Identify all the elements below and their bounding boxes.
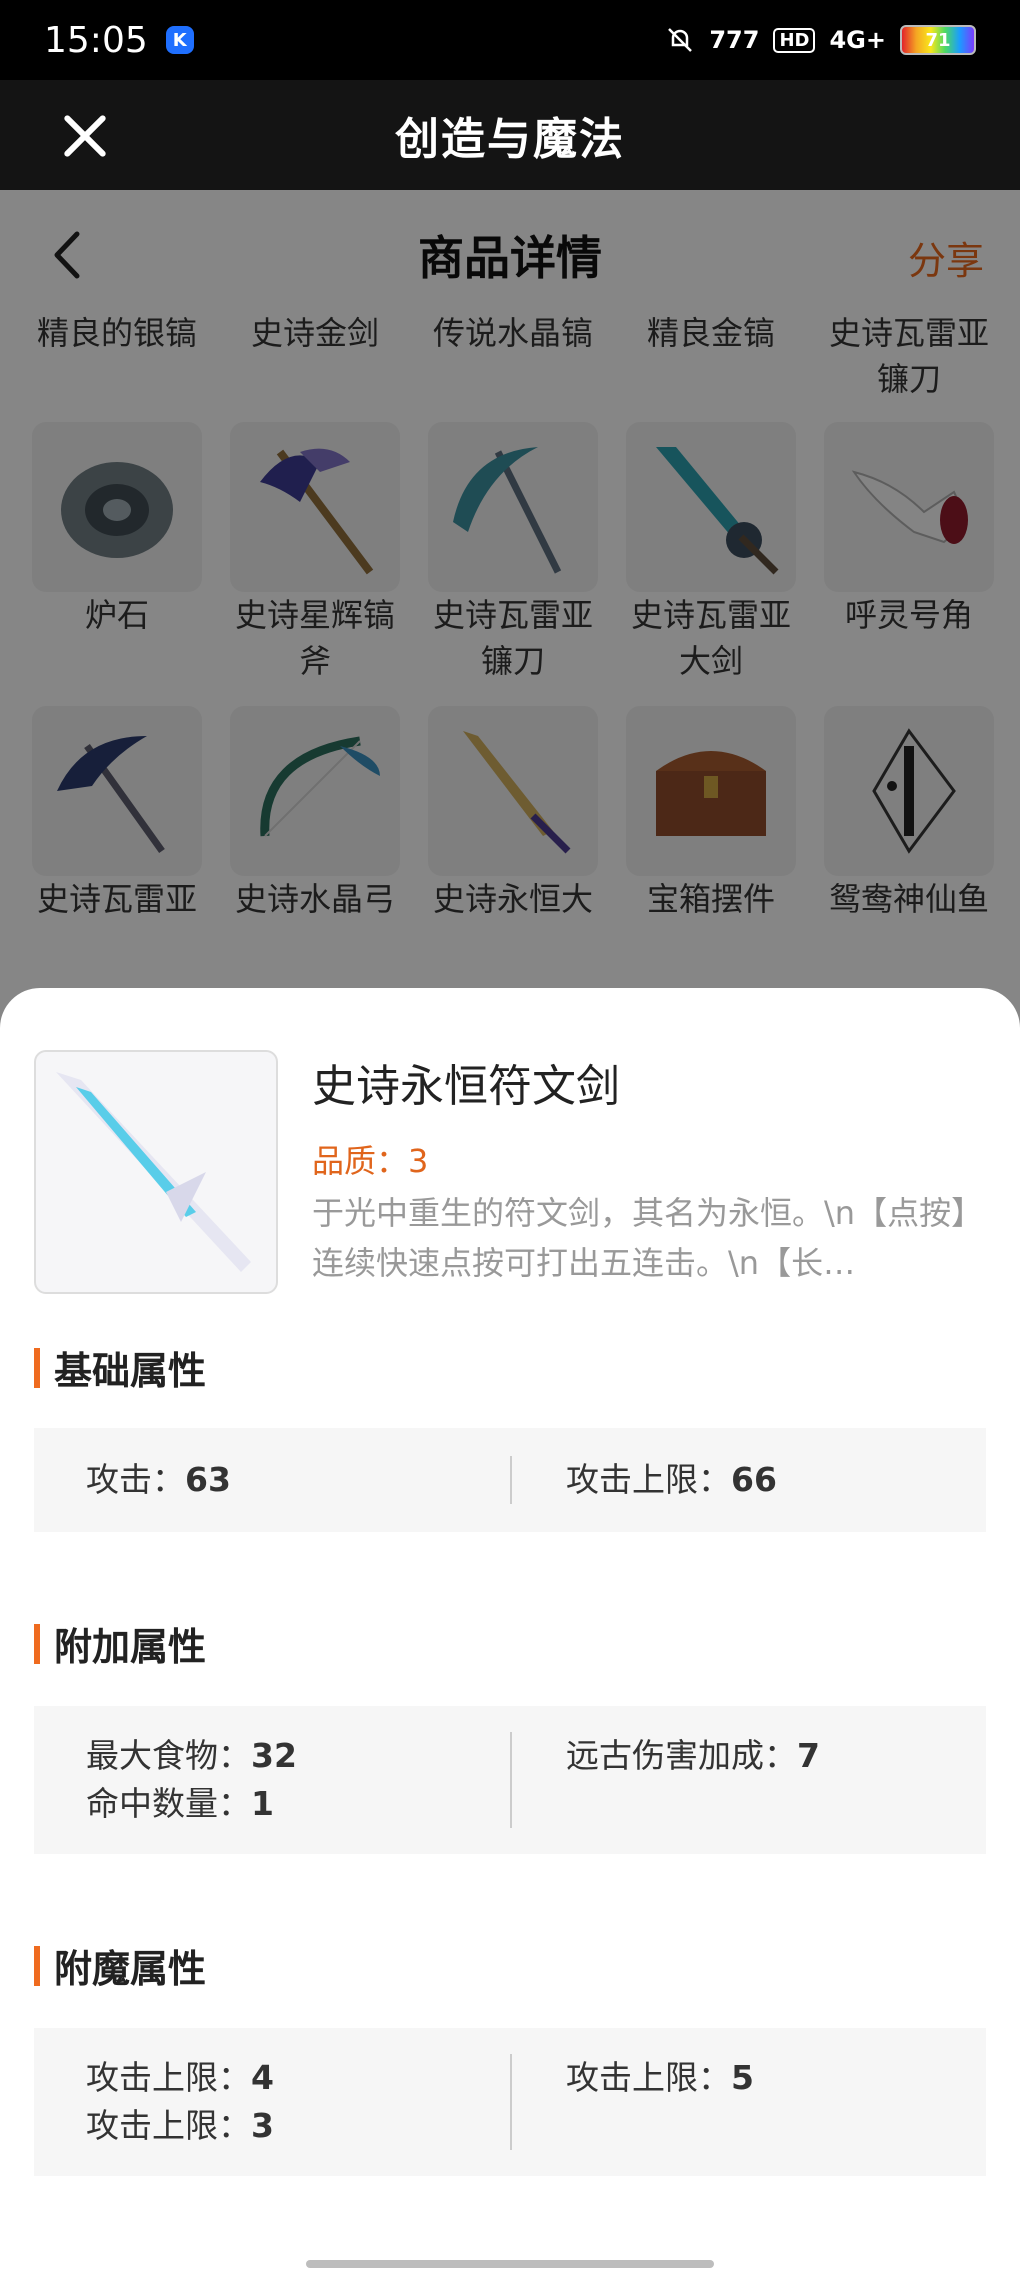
stat-divider xyxy=(510,1456,512,1504)
stat-label: 最大食物： xyxy=(86,1736,251,1775)
section-title: 基础属性 xyxy=(54,1349,207,1393)
stat-value: 3 xyxy=(251,2106,274,2145)
section-accent-bar xyxy=(34,1945,40,1986)
stat-label: 攻击上限： xyxy=(566,1460,731,1499)
mute-bell-icon xyxy=(668,28,693,52)
stat-line: 攻击上限：66 xyxy=(566,1456,1020,1504)
signal-icon: 4G+ xyxy=(829,26,886,54)
stat-value: 4 xyxy=(251,2058,274,2097)
hd-icon: HD xyxy=(773,27,816,53)
section-title: 附魔属性 xyxy=(54,1947,207,1991)
status-bar: 15:05 K 777 HD 4G+ 71 xyxy=(0,0,1020,80)
enchant-stats-box: 攻击上限：4 攻击上限：3 攻击上限：5 xyxy=(34,2028,986,2176)
stat-label: 攻击上限： xyxy=(566,2058,731,2097)
item-description: 于光中重生的符文剑，其名为永恒。\n【点按】连续快速点按可打出五连击。\n【长… xyxy=(312,1194,984,1282)
stat-column-left: 最大食物：32 命中数量：1 xyxy=(86,1732,562,1828)
stat-divider xyxy=(510,1732,512,1828)
stat-label: 命中数量： xyxy=(86,1784,251,1823)
stat-column-right: 远古伤害加成：7 xyxy=(566,1732,1020,1780)
section-accent-bar xyxy=(34,1347,40,1388)
app-title: 创造与魔法 xyxy=(395,114,625,165)
app-notification-icon: K xyxy=(165,26,194,54)
close-icon[interactable] xyxy=(58,108,114,164)
stat-label: 攻击上限： xyxy=(86,2058,251,2097)
item-image xyxy=(34,1050,278,1294)
item-quality: 品质：3 xyxy=(312,1142,429,1180)
stat-value: 63 xyxy=(185,1460,231,1499)
app-title-bar: 创造与魔法 xyxy=(0,80,1020,190)
sword-icon xyxy=(56,1072,251,1272)
section-title: 附加属性 xyxy=(54,1625,207,1669)
stat-label: 攻击上限： xyxy=(86,2106,251,2145)
stat-column-left: 攻击：63 xyxy=(86,1456,562,1504)
section-enchant-header: 附魔属性 xyxy=(34,1938,206,1993)
stat-column-right: 攻击上限：66 xyxy=(566,1456,1020,1504)
section-extra-header: 附加属性 xyxy=(34,1616,206,1671)
stat-column-right: 攻击上限：5 xyxy=(566,2054,1020,2102)
status-time: 15:05 xyxy=(44,19,148,61)
extra-stats-box: 最大食物：32 命中数量：1 远古伤害加成：7 xyxy=(34,1706,986,1854)
stat-line: 远古伤害加成：7 xyxy=(566,1732,1020,1780)
stat-value: 1 xyxy=(251,1784,274,1823)
stat-label: 远古伤害加成： xyxy=(566,1736,797,1775)
stat-line: 命中数量：1 xyxy=(86,1780,562,1828)
item-detail-sheet: 史诗永恒符文剑 品质：3 于光中重生的符文剑，其名为永恒。\n【点按】连续快速点… xyxy=(0,988,1020,2274)
stat-line: 攻击上限：4 xyxy=(86,2054,562,2102)
section-accent-bar xyxy=(34,1623,40,1664)
item-name: 史诗永恒符文剑 xyxy=(312,1061,620,1112)
section-basic-header: 基础属性 xyxy=(34,1340,206,1395)
stat-value: 7 xyxy=(797,1736,820,1775)
stat-label: 攻击： xyxy=(86,1460,185,1499)
stat-line: 攻击上限：3 xyxy=(86,2102,562,2150)
stat-value: 5 xyxy=(731,2058,754,2097)
basic-stats-box: 攻击：63 攻击上限：66 xyxy=(34,1428,986,1532)
stat-line: 攻击上限：5 xyxy=(566,2054,1020,2102)
home-indicator[interactable] xyxy=(306,2260,714,2268)
status-indicators: 777 HD 4G+ 71 xyxy=(665,25,976,55)
stat-divider xyxy=(510,2054,512,2150)
carrier-icon: 777 xyxy=(709,26,760,54)
stat-line: 最大食物：32 xyxy=(86,1732,562,1780)
stat-column-left: 攻击上限：4 攻击上限：3 xyxy=(86,2054,562,2150)
stat-value: 66 xyxy=(731,1460,777,1499)
stat-line: 攻击：63 xyxy=(86,1456,562,1504)
stat-value: 32 xyxy=(251,1736,297,1775)
battery-icon: 71 xyxy=(900,25,976,55)
